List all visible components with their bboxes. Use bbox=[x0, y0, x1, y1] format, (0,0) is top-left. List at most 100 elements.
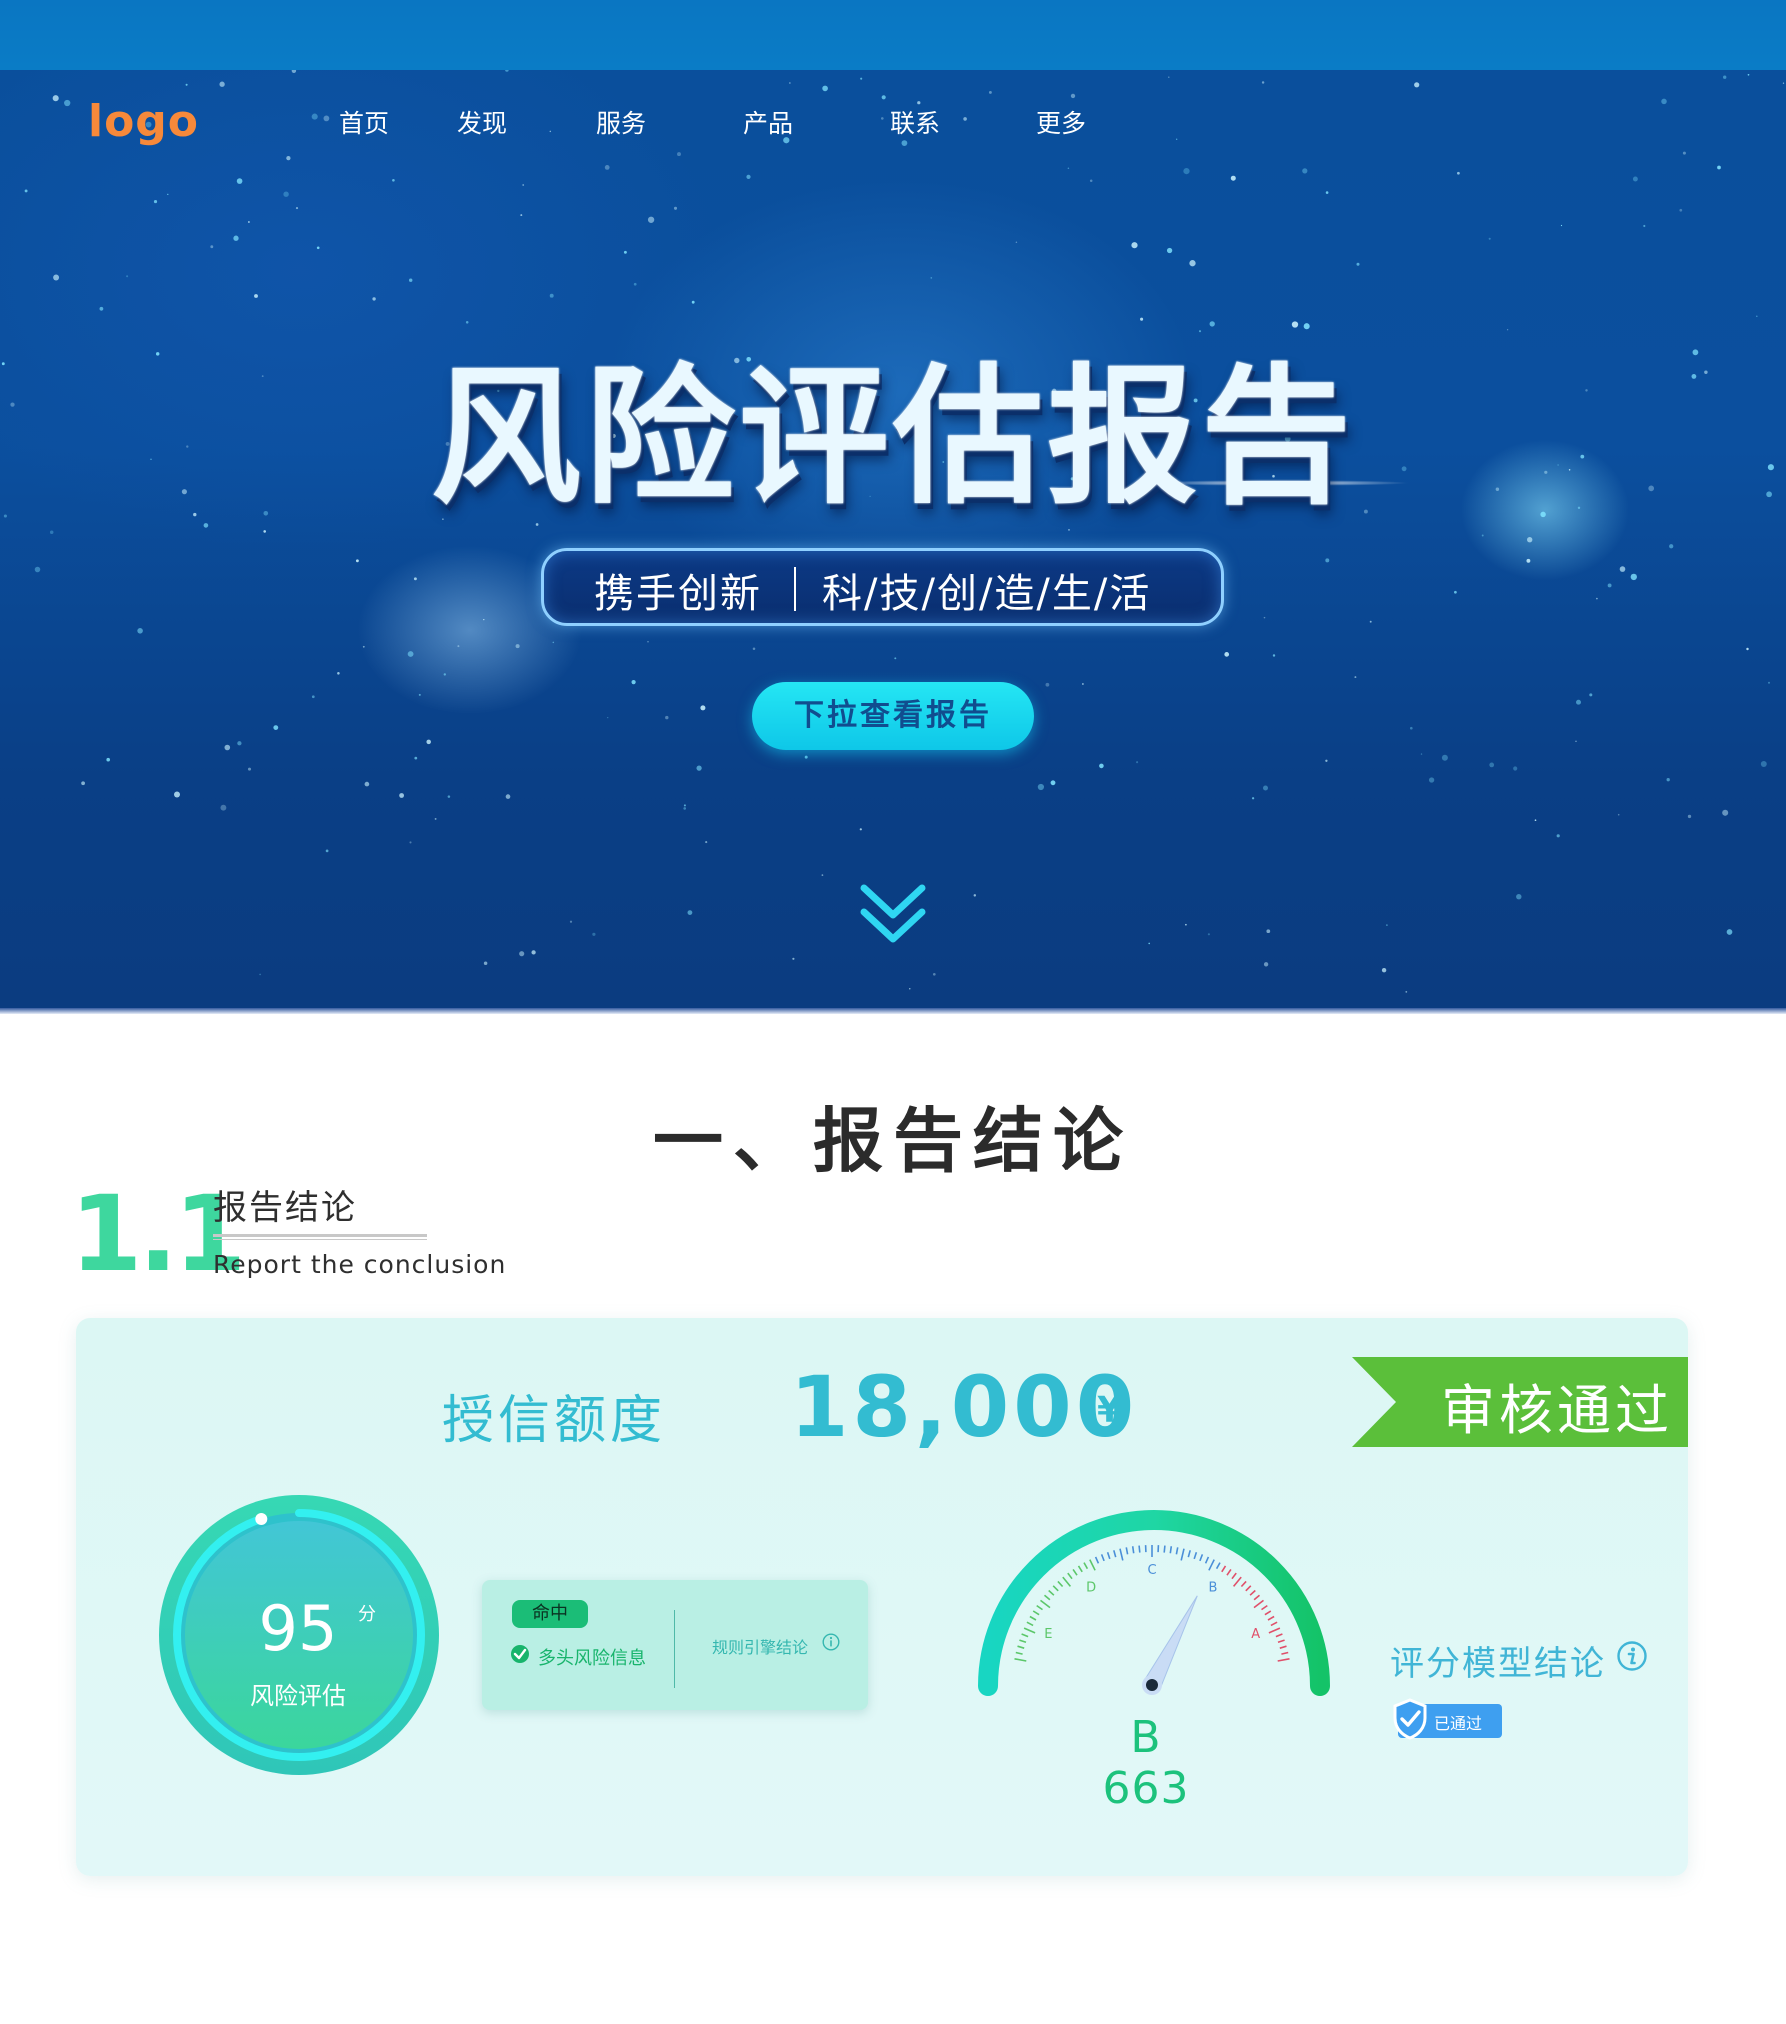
hero-banner: logo 首页 发现 服务 产品 联系 更多 风险评估报告 携手创新 科/技/创… bbox=[0, 70, 1786, 1014]
star bbox=[1405, 991, 1408, 993]
star bbox=[1262, 785, 1269, 791]
star bbox=[409, 841, 412, 844]
star bbox=[1189, 260, 1196, 267]
view-report-button[interactable]: 下拉查看报告 bbox=[752, 682, 1034, 750]
star bbox=[1409, 726, 1413, 730]
star bbox=[691, 300, 695, 304]
star bbox=[1481, 534, 1484, 537]
star bbox=[549, 130, 552, 133]
star bbox=[1168, 76, 1170, 78]
star bbox=[1140, 317, 1144, 321]
star bbox=[1661, 98, 1667, 105]
score-model-label: 评分模型结论 bbox=[1390, 1644, 1606, 1684]
star bbox=[705, 841, 708, 844]
meter-tick bbox=[1253, 1599, 1264, 1609]
star bbox=[592, 932, 596, 936]
star bbox=[746, 174, 751, 180]
meter-tick bbox=[1094, 1556, 1100, 1564]
meter-tick bbox=[1023, 1627, 1036, 1634]
star bbox=[49, 530, 54, 534]
star bbox=[323, 115, 330, 122]
star bbox=[792, 957, 795, 960]
star bbox=[1457, 171, 1460, 175]
star bbox=[273, 725, 279, 731]
meter-tick bbox=[1231, 1572, 1237, 1580]
star bbox=[505, 794, 511, 799]
star bbox=[408, 278, 413, 282]
star bbox=[185, 83, 188, 86]
star bbox=[549, 293, 554, 298]
star bbox=[988, 90, 992, 94]
hero-title: 风险评估报告 bbox=[430, 351, 1355, 525]
meter-tick bbox=[1029, 1615, 1037, 1621]
star bbox=[1291, 321, 1299, 328]
risk-score-label: 风险评估 bbox=[250, 1682, 346, 1710]
star bbox=[665, 715, 669, 720]
nav-item-home[interactable]: 首页 bbox=[339, 104, 389, 140]
nav-item-more[interactable]: 更多 bbox=[1036, 104, 1086, 140]
meter-tick bbox=[1169, 1546, 1173, 1554]
star bbox=[1669, 544, 1674, 549]
star bbox=[1209, 321, 1215, 327]
info-icon[interactable] bbox=[822, 1633, 840, 1651]
nav-item-products[interactable]: 产品 bbox=[743, 104, 793, 140]
hit-item-label: 多头风险信息 bbox=[538, 1648, 646, 1669]
nav-item-contact[interactable]: 联系 bbox=[890, 104, 940, 140]
star bbox=[700, 705, 706, 711]
star bbox=[901, 140, 908, 146]
star bbox=[426, 739, 431, 745]
star bbox=[1198, 330, 1202, 333]
star bbox=[1136, 761, 1139, 764]
star bbox=[1045, 682, 1050, 687]
star bbox=[1513, 766, 1518, 771]
star bbox=[1589, 693, 1593, 697]
star bbox=[316, 246, 320, 250]
meter-tick bbox=[1208, 1559, 1215, 1571]
star bbox=[1272, 654, 1276, 657]
star bbox=[505, 70, 509, 72]
meter-tick bbox=[1113, 1550, 1117, 1558]
star bbox=[1263, 616, 1266, 619]
star bbox=[522, 184, 525, 186]
double-chevron-down-icon[interactable] bbox=[858, 882, 928, 948]
star bbox=[604, 165, 610, 170]
star bbox=[24, 189, 28, 193]
meter-tick bbox=[1264, 1610, 1272, 1616]
logo[interactable]: logo bbox=[88, 96, 199, 147]
star bbox=[1746, 647, 1749, 651]
star bbox=[220, 804, 227, 811]
section-title: 一、报告结论 bbox=[653, 1100, 1133, 1182]
starfield-background bbox=[1, 70, 1785, 993]
meter-tick bbox=[1245, 1585, 1252, 1592]
star bbox=[687, 910, 693, 915]
star bbox=[515, 644, 520, 649]
info-icon[interactable] bbox=[1616, 1640, 1648, 1672]
star bbox=[930, 277, 933, 279]
credit-score-meter: E D C B A bbox=[978, 1510, 1330, 1696]
star bbox=[804, 755, 808, 759]
star bbox=[64, 99, 71, 107]
star bbox=[1576, 699, 1581, 705]
star bbox=[372, 297, 376, 301]
star bbox=[1619, 566, 1626, 572]
meter-tick bbox=[1026, 1621, 1034, 1627]
meter-tick bbox=[1019, 1639, 1027, 1644]
star bbox=[1506, 329, 1509, 331]
star bbox=[860, 77, 863, 80]
nav-item-services[interactable]: 服务 bbox=[596, 104, 646, 140]
star bbox=[1722, 809, 1729, 816]
star bbox=[286, 155, 291, 161]
star bbox=[153, 200, 158, 204]
star bbox=[1575, 740, 1577, 743]
meter-tick bbox=[1281, 1651, 1289, 1655]
meter-tick bbox=[1048, 1589, 1055, 1596]
star bbox=[355, 559, 359, 563]
nav-item-discover[interactable]: 发现 bbox=[457, 104, 507, 140]
meter-tick bbox=[1017, 1645, 1025, 1649]
meter-tick bbox=[1062, 1576, 1072, 1587]
star bbox=[1643, 224, 1646, 228]
star bbox=[1325, 191, 1329, 194]
approved-status: 审核通过 bbox=[1441, 1379, 1673, 1442]
star bbox=[259, 973, 261, 976]
star bbox=[647, 216, 655, 223]
